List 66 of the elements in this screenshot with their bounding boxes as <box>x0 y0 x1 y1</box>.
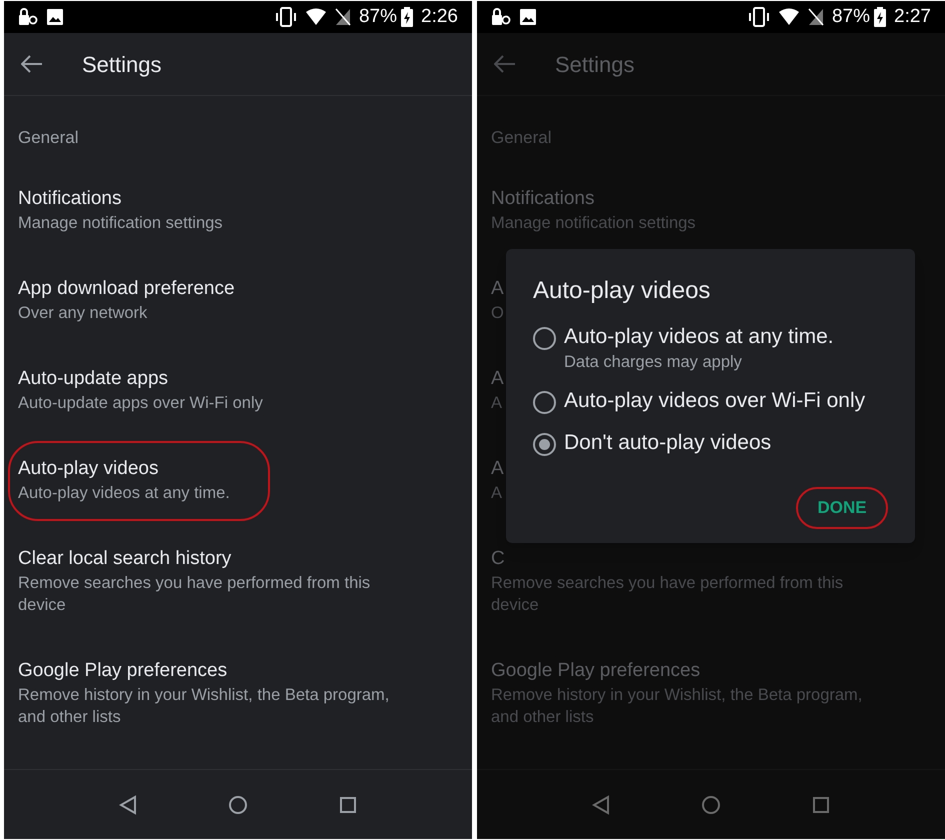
item-subtitle: A <box>491 483 502 504</box>
settings-item[interactable]: Google Play preferences Remove history in your Wishlist, the Beta program, and other lists <box>4 637 472 749</box>
lock-sync-icon <box>18 8 38 26</box>
item-title: Google Play preferences <box>491 659 700 683</box>
option-label: Auto-play videos at any time. <box>564 324 834 350</box>
section-header: General <box>491 128 552 147</box>
recents-nav-icon[interactable] <box>812 796 830 814</box>
item-subtitle: Manage notification settings <box>491 213 696 234</box>
item-title: A <box>491 457 504 481</box>
settings-item[interactable]: App download preference Over any network <box>4 255 472 345</box>
item-subtitle: Auto-play videos at any time. <box>18 483 230 504</box>
item-subtitle: Remove history in your Wishlist, the Beta program, and other lists <box>18 685 390 728</box>
vibrate-icon <box>274 7 297 27</box>
no-sim-icon <box>334 8 351 26</box>
home-nav-icon[interactable] <box>228 794 248 814</box>
radio-button[interactable] <box>533 433 556 456</box>
wifi-icon <box>304 8 327 26</box>
app-bar-title: Settings <box>555 50 634 79</box>
item-subtitle: Over any network <box>18 303 148 324</box>
item-title: Clear local search history <box>18 547 232 571</box>
battery-charging-icon <box>401 7 414 27</box>
item-title: Auto-play videos <box>18 457 158 481</box>
recents-nav-icon[interactable] <box>338 796 357 814</box>
app-bar-title: Settings <box>82 50 162 79</box>
settings-item[interactable]: Auto-update apps Auto-update apps over Wi-Fi only <box>4 345 472 435</box>
wifi-icon <box>778 8 800 26</box>
item-title: Notifications <box>18 187 122 211</box>
item-title: Auto-update apps <box>18 367 168 391</box>
image-icon <box>46 8 64 26</box>
item-title: A <box>491 367 504 391</box>
item-subtitle: Remove searches you have performed from this device <box>18 573 372 616</box>
option-label: Auto-play videos over Wi-Fi only <box>564 388 866 414</box>
option-detail: Data charges may apply <box>564 352 743 373</box>
item-subtitle: Remove searches you have performed from this device <box>491 573 844 616</box>
clock-time: 2:26 <box>421 4 458 29</box>
back-nav-icon[interactable] <box>592 794 610 814</box>
radio-button[interactable] <box>533 327 556 350</box>
no-sim-icon <box>808 8 824 26</box>
settings-item[interactable]: Google Play preferences Remove history in your Wishlist, the Beta program, and other lists <box>477 637 945 749</box>
section-header: General <box>18 128 78 147</box>
image-icon <box>519 8 537 26</box>
item-title: Google Play preferences <box>18 659 228 683</box>
option-label: Don't auto-play videos <box>564 430 772 456</box>
back-nav-icon[interactable] <box>119 794 138 814</box>
item-subtitle: A <box>491 393 502 414</box>
item-title: App download preference <box>18 277 235 301</box>
item-title: A <box>491 277 504 301</box>
clock-time: 2:27 <box>894 4 931 29</box>
vibrate-icon <box>748 7 770 27</box>
settings-item[interactable]: Auto-play videos Auto-play videos at any time. <box>4 435 472 525</box>
battery-percent: 87% <box>358 4 398 29</box>
item-title: C <box>491 547 505 571</box>
item-subtitle: Remove history in your Wishlist, the Beta program, and other lists <box>491 685 864 728</box>
item-subtitle: Auto-update apps over Wi-Fi only <box>18 393 263 414</box>
lock-sync-icon <box>491 8 511 26</box>
home-nav-icon[interactable] <box>700 794 721 814</box>
dialog-title: Auto-play videos <box>533 276 712 306</box>
done-button[interactable]: DONE <box>796 487 888 529</box>
item-subtitle: O <box>491 303 504 324</box>
settings-item[interactable]: Notifications Manage notification settings <box>4 165 472 255</box>
item-subtitle: Manage notification settings <box>18 213 223 234</box>
radio-button[interactable] <box>533 391 556 414</box>
settings-item[interactable]: Clear local search history Remove searches you have performed from this device <box>4 525 472 637</box>
item-title: Notifications <box>491 187 594 211</box>
battery-charging-icon <box>874 7 886 27</box>
battery-percent: 87% <box>832 4 870 29</box>
